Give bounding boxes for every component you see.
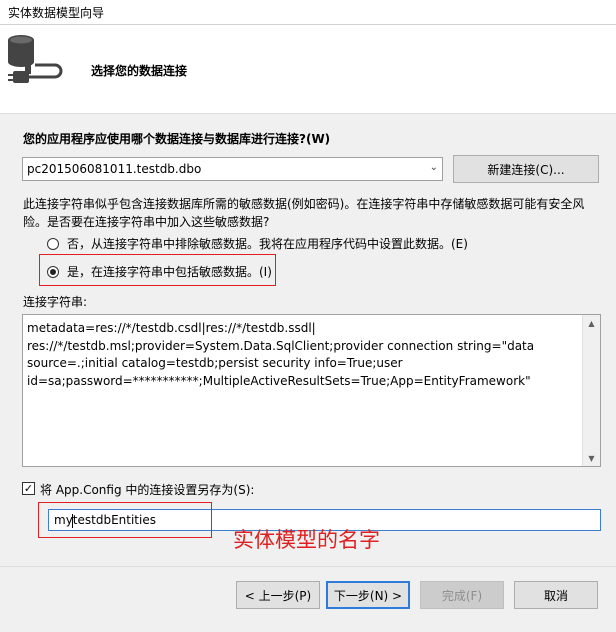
prev-button[interactable]: < 上一步(P): [236, 581, 320, 609]
footer-divider: [0, 566, 616, 567]
exclude-sensitive-option[interactable]: 否，从连接字符串中排除敏感数据。我将在应用程序代码中设置此数据。(E): [47, 235, 468, 252]
annotation-text: 实体模型的名字: [233, 528, 380, 552]
title-bar: 实体数据模型向导: [0, 0, 616, 25]
connection-select[interactable]: pc201506081011.testdb.dbo ⌄: [22, 157, 443, 181]
scroll-down-icon[interactable]: ▼: [583, 450, 600, 466]
sensitive-data-warning: 此连接字符串似乎包含连接数据库所需的敏感数据(例如密码)。在连接字符串中存储敏感…: [23, 197, 585, 229]
connection-question: 您的应用程序应使用哪个数据连接与数据库进行连接?(W): [23, 132, 331, 146]
connection-select-value: pc201506081011.testdb.dbo: [27, 162, 202, 176]
chevron-down-icon[interactable]: ⌄: [430, 162, 438, 173]
scroll-up-icon[interactable]: ▲: [583, 315, 600, 331]
exclude-radio[interactable]: [47, 237, 59, 250]
new-connection-button[interactable]: 新建连接(C)...: [453, 155, 599, 183]
next-button[interactable]: 下一步(N) >: [326, 581, 410, 609]
save-config-label: 将 App.Config 中的连接设置另存为(S):: [40, 483, 255, 497]
wizard-subtitle: 选择您的数据连接: [91, 64, 188, 78]
database-connection-icon: [8, 35, 63, 83]
save-config-checkbox[interactable]: ✓: [22, 482, 35, 495]
highlight-box-include-option: [39, 254, 276, 286]
exclude-option-label: 否，从连接字符串中排除敏感数据。我将在应用程序代码中设置此数据。(E): [67, 237, 468, 251]
highlight-box-entities-name: [38, 502, 212, 538]
window-title: 实体数据模型向导: [8, 6, 105, 20]
connection-string-box[interactable]: metadata=res://*/testdb.csdl|res://*/tes…: [22, 314, 601, 467]
wizard-header: 选择您的数据连接: [0, 25, 616, 114]
finish-button[interactable]: 完成(F): [420, 581, 504, 609]
cancel-button[interactable]: 取消: [514, 581, 598, 609]
vertical-scrollbar[interactable]: ▲ ▼: [582, 315, 600, 466]
connection-string-label: 连接字符串:: [23, 295, 88, 309]
connection-string-text: metadata=res://*/testdb.csdl|res://*/tes…: [27, 321, 535, 388]
